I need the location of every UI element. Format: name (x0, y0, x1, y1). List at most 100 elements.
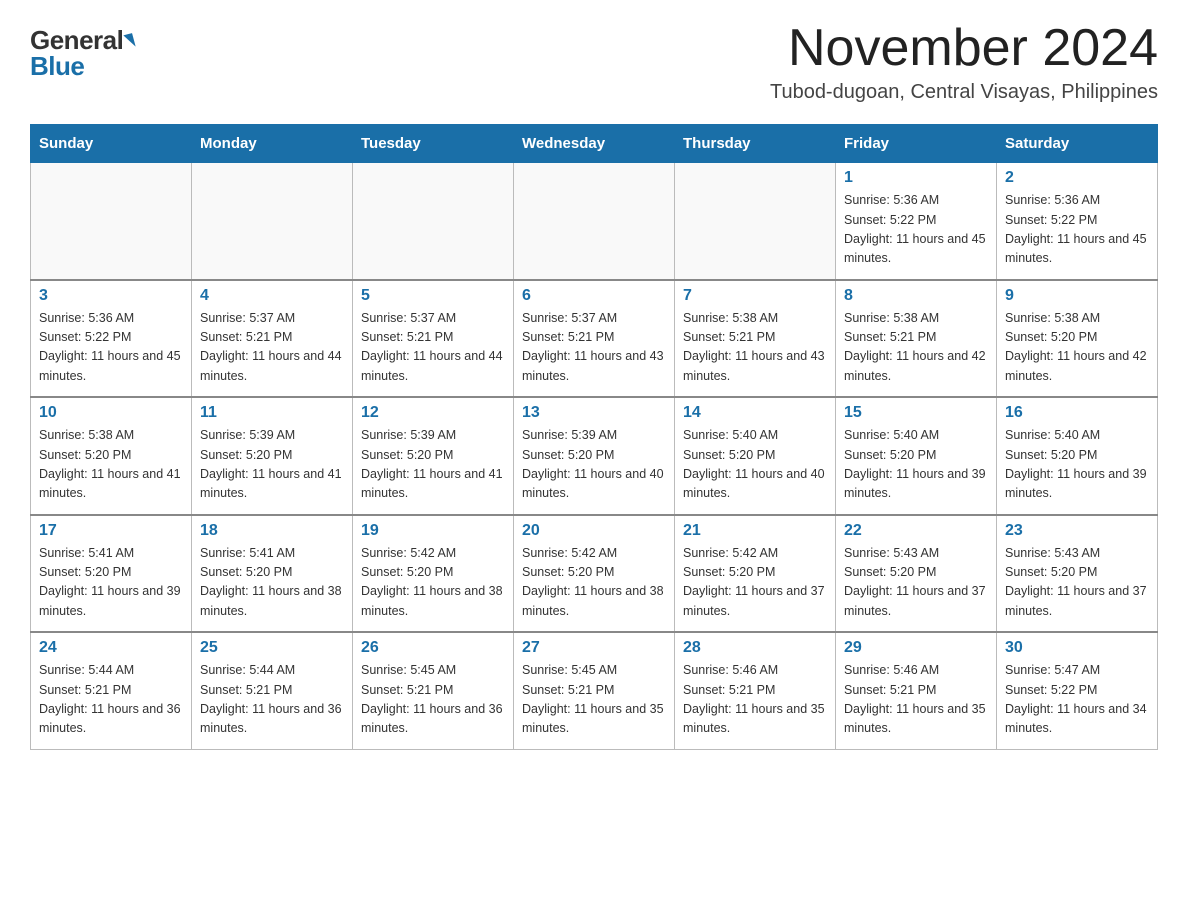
calendar-cell: 14 Sunrise: 5:40 AM Sunset: 5:20 PM Dayli… (675, 397, 836, 515)
day-number: 2 (1005, 169, 1149, 187)
calendar-cell: 29 Sunrise: 5:46 AM Sunset: 5:21 PM Dayli… (836, 632, 997, 749)
day-info: Sunrise: 5:46 AM Sunset: 5:21 PM Dayligh… (844, 661, 988, 739)
calendar-cell: 27 Sunrise: 5:45 AM Sunset: 5:21 PM Dayli… (514, 632, 675, 749)
day-info: Sunrise: 5:43 AM Sunset: 5:20 PM Dayligh… (1005, 544, 1149, 622)
day-info: Sunrise: 5:39 AM Sunset: 5:20 PM Dayligh… (522, 426, 666, 504)
logo[interactable]: General Blue (30, 20, 134, 82)
calendar-cell: 10 Sunrise: 5:38 AM Sunset: 5:20 PM Dayli… (31, 397, 192, 515)
day-number: 7 (683, 287, 827, 305)
calendar-cell: 21 Sunrise: 5:42 AM Sunset: 5:20 PM Dayli… (675, 515, 836, 633)
calendar-cell: 7 Sunrise: 5:38 AM Sunset: 5:21 PM Daylig… (675, 280, 836, 398)
day-number: 29 (844, 639, 988, 657)
day-info: Sunrise: 5:39 AM Sunset: 5:20 PM Dayligh… (200, 426, 344, 504)
day-info: Sunrise: 5:38 AM Sunset: 5:20 PM Dayligh… (1005, 309, 1149, 387)
page-header: General Blue November 2024 Tubod-dugoan,… (30, 20, 1158, 104)
calendar-cell: 30Sunrise: 5:47 AM Sunset: 5:22 PM Dayli… (997, 632, 1158, 749)
calendar-header-row: SundayMondayTuesdayWednesdayThursdayFrid… (31, 125, 1158, 163)
day-info: Sunrise: 5:37 AM Sunset: 5:21 PM Dayligh… (361, 309, 505, 387)
day-number: 15 (844, 404, 988, 422)
logo-triangle-icon (124, 33, 136, 49)
logo-blue-text: Blue (30, 51, 84, 82)
calendar-cell: 23 Sunrise: 5:43 AM Sunset: 5:20 PM Dayli… (997, 515, 1158, 633)
calendar-cell: 6 Sunrise: 5:37 AM Sunset: 5:21 PM Daylig… (514, 280, 675, 398)
day-number: 19 (361, 522, 505, 540)
day-number: 13 (522, 404, 666, 422)
day-info: Sunrise: 5:36 AM Sunset: 5:22 PM Dayligh… (844, 191, 988, 269)
day-number: 20 (522, 522, 666, 540)
day-number: 23 (1005, 522, 1149, 540)
day-info: Sunrise: 5:46 AM Sunset: 5:21 PM Dayligh… (683, 661, 827, 739)
day-number: 12 (361, 404, 505, 422)
day-number: 6 (522, 287, 666, 305)
calendar-cell: 9Sunrise: 5:38 AM Sunset: 5:20 PM Daylig… (997, 280, 1158, 398)
day-info: Sunrise: 5:39 AM Sunset: 5:20 PM Dayligh… (361, 426, 505, 504)
calendar-header-saturday: Saturday (997, 125, 1158, 163)
day-info: Sunrise: 5:45 AM Sunset: 5:21 PM Dayligh… (522, 661, 666, 739)
day-info: Sunrise: 5:38 AM Sunset: 5:21 PM Dayligh… (844, 309, 988, 387)
calendar-cell (675, 163, 836, 280)
day-number: 21 (683, 522, 827, 540)
day-info: Sunrise: 5:42 AM Sunset: 5:20 PM Dayligh… (683, 544, 827, 622)
day-number: 17 (39, 522, 183, 540)
calendar-cell: 16 Sunrise: 5:40 AM Sunset: 5:20 PM Dayli… (997, 397, 1158, 515)
calendar-week-row: 3Sunrise: 5:36 AM Sunset: 5:22 PM Daylig… (31, 280, 1158, 398)
day-number: 26 (361, 639, 505, 657)
calendar-cell (353, 163, 514, 280)
day-number: 8 (844, 287, 988, 305)
calendar-week-row: 10 Sunrise: 5:38 AM Sunset: 5:20 PM Dayli… (31, 397, 1158, 515)
calendar-cell: 5 Sunrise: 5:37 AM Sunset: 5:21 PM Daylig… (353, 280, 514, 398)
location-subtitle: Tubod-dugoan, Central Visayas, Philippin… (770, 81, 1158, 104)
calendar-cell: 13 Sunrise: 5:39 AM Sunset: 5:20 PM Dayli… (514, 397, 675, 515)
day-number: 10 (39, 404, 183, 422)
day-number: 22 (844, 522, 988, 540)
day-info: Sunrise: 5:37 AM Sunset: 5:21 PM Dayligh… (200, 309, 344, 387)
day-info: Sunrise: 5:36 AM Sunset: 5:22 PM Dayligh… (39, 309, 183, 387)
calendar-cell: 17Sunrise: 5:41 AM Sunset: 5:20 PM Dayli… (31, 515, 192, 633)
calendar-header-monday: Monday (192, 125, 353, 163)
calendar-cell: 25Sunrise: 5:44 AM Sunset: 5:21 PM Dayli… (192, 632, 353, 749)
calendar-header-friday: Friday (836, 125, 997, 163)
day-info: Sunrise: 5:40 AM Sunset: 5:20 PM Dayligh… (1005, 426, 1149, 504)
title-section: November 2024 Tubod-dugoan, Central Visa… (770, 20, 1158, 104)
day-info: Sunrise: 5:43 AM Sunset: 5:20 PM Dayligh… (844, 544, 988, 622)
calendar-cell (31, 163, 192, 280)
calendar-week-row: 17Sunrise: 5:41 AM Sunset: 5:20 PM Dayli… (31, 515, 1158, 633)
day-info: Sunrise: 5:42 AM Sunset: 5:20 PM Dayligh… (522, 544, 666, 622)
calendar-header-sunday: Sunday (31, 125, 192, 163)
day-info: Sunrise: 5:45 AM Sunset: 5:21 PM Dayligh… (361, 661, 505, 739)
calendar-cell: 26 Sunrise: 5:45 AM Sunset: 5:21 PM Dayli… (353, 632, 514, 749)
day-number: 5 (361, 287, 505, 305)
day-info: Sunrise: 5:40 AM Sunset: 5:20 PM Dayligh… (844, 426, 988, 504)
day-number: 14 (683, 404, 827, 422)
calendar-cell: 8 Sunrise: 5:38 AM Sunset: 5:21 PM Daylig… (836, 280, 997, 398)
calendar-cell: 1Sunrise: 5:36 AM Sunset: 5:22 PM Daylig… (836, 163, 997, 280)
day-number: 27 (522, 639, 666, 657)
calendar-cell (514, 163, 675, 280)
calendar-header-wednesday: Wednesday (514, 125, 675, 163)
day-number: 4 (200, 287, 344, 305)
calendar-cell (192, 163, 353, 280)
calendar-cell: 3Sunrise: 5:36 AM Sunset: 5:22 PM Daylig… (31, 280, 192, 398)
day-number: 24 (39, 639, 183, 657)
day-info: Sunrise: 5:44 AM Sunset: 5:21 PM Dayligh… (39, 661, 183, 739)
calendar-cell: 15 Sunrise: 5:40 AM Sunset: 5:20 PM Dayli… (836, 397, 997, 515)
calendar-cell: 19 Sunrise: 5:42 AM Sunset: 5:20 PM Dayli… (353, 515, 514, 633)
day-number: 30 (1005, 639, 1149, 657)
calendar-week-row: 1Sunrise: 5:36 AM Sunset: 5:22 PM Daylig… (31, 163, 1158, 280)
day-info: Sunrise: 5:40 AM Sunset: 5:20 PM Dayligh… (683, 426, 827, 504)
day-number: 18 (200, 522, 344, 540)
day-info: Sunrise: 5:36 AM Sunset: 5:22 PM Dayligh… (1005, 191, 1149, 269)
day-info: Sunrise: 5:38 AM Sunset: 5:20 PM Dayligh… (39, 426, 183, 504)
day-info: Sunrise: 5:37 AM Sunset: 5:21 PM Dayligh… (522, 309, 666, 387)
calendar-header-thursday: Thursday (675, 125, 836, 163)
month-year-title: November 2024 (770, 20, 1158, 77)
day-info: Sunrise: 5:38 AM Sunset: 5:21 PM Dayligh… (683, 309, 827, 387)
calendar-table: SundayMondayTuesdayWednesdayThursdayFrid… (30, 124, 1158, 750)
calendar-week-row: 24 Sunrise: 5:44 AM Sunset: 5:21 PM Dayli… (31, 632, 1158, 749)
calendar-cell: 28Sunrise: 5:46 AM Sunset: 5:21 PM Dayli… (675, 632, 836, 749)
day-number: 16 (1005, 404, 1149, 422)
day-number: 11 (200, 404, 344, 422)
day-info: Sunrise: 5:42 AM Sunset: 5:20 PM Dayligh… (361, 544, 505, 622)
calendar-header-tuesday: Tuesday (353, 125, 514, 163)
calendar-cell: 4 Sunrise: 5:37 AM Sunset: 5:21 PM Daylig… (192, 280, 353, 398)
